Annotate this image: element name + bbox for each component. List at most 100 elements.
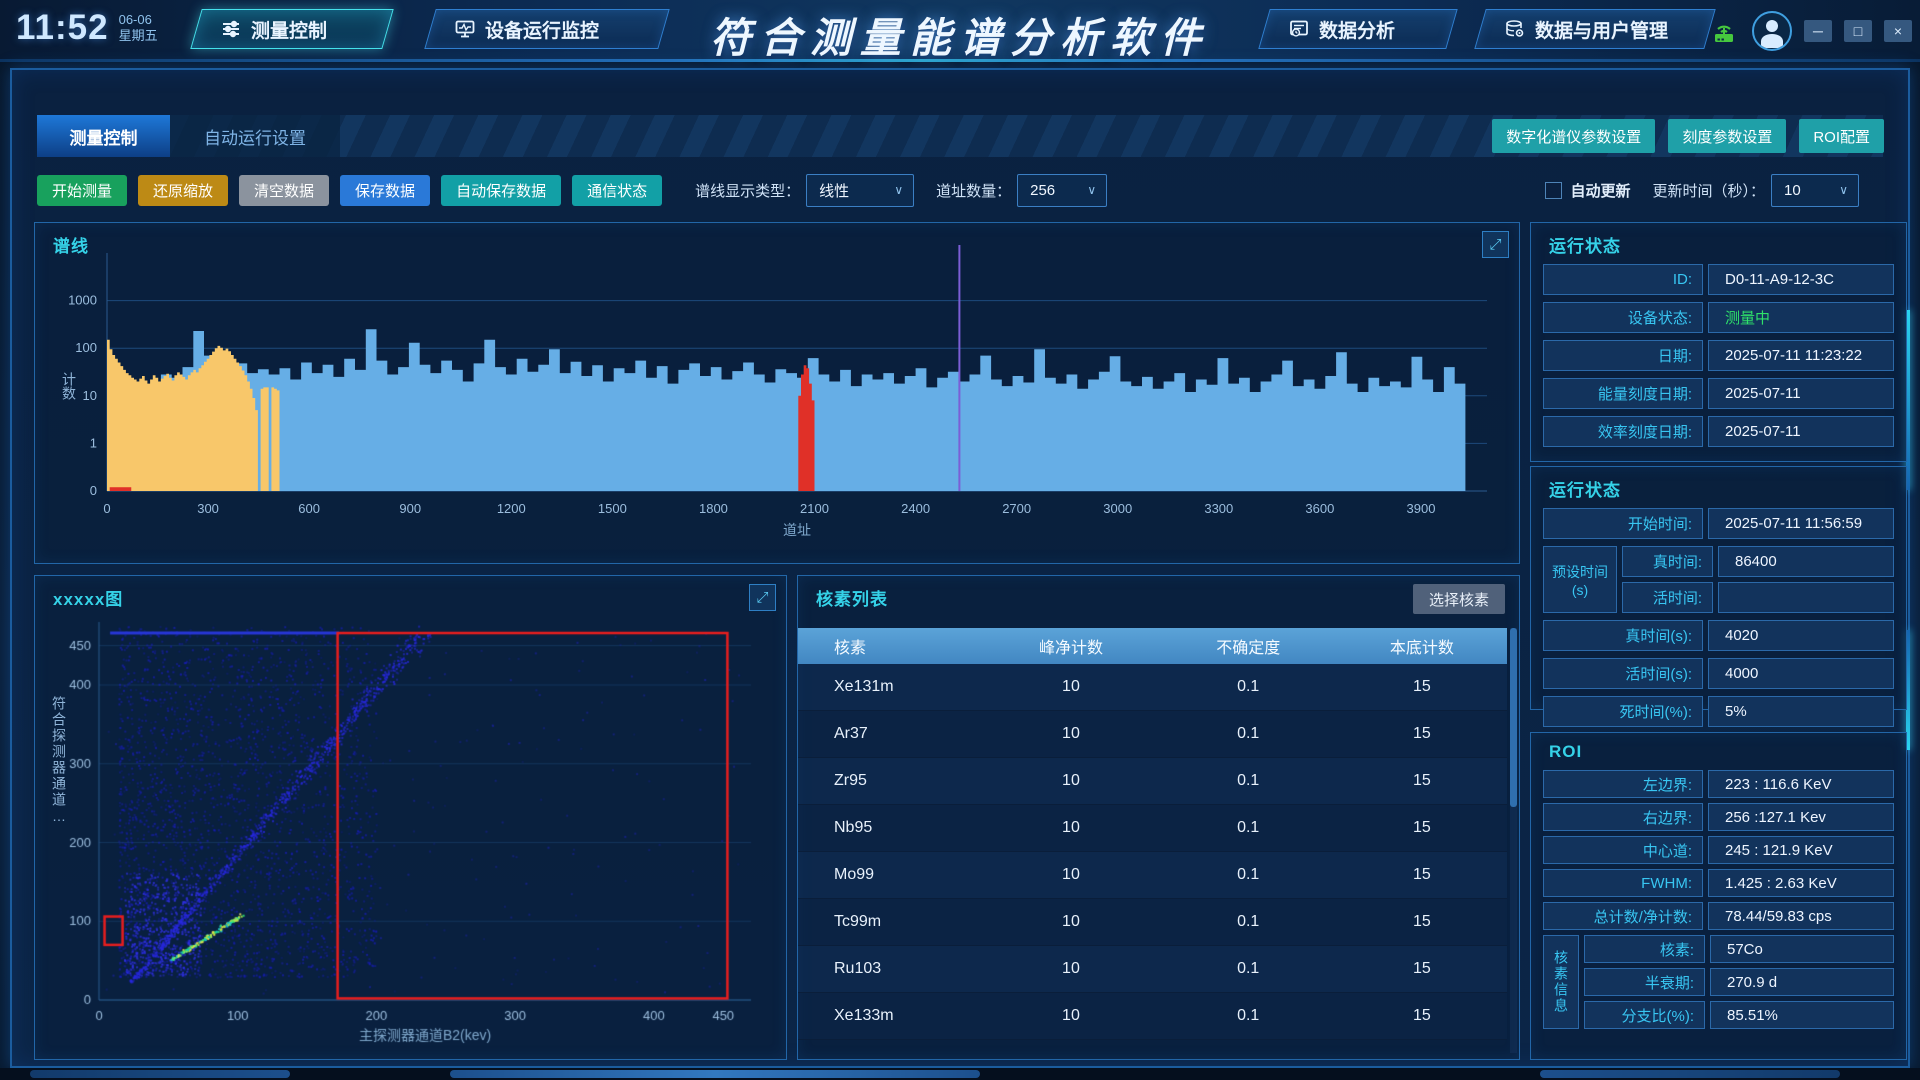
svg-text:10: 10 [83, 388, 97, 403]
svg-text:计数: 计数 [61, 372, 77, 400]
svg-text:2400: 2400 [901, 501, 930, 516]
app-title: 符合测量能谱分析软件 [710, 4, 1210, 64]
calibration-params-button[interactable]: 刻度参数设置 [1668, 119, 1786, 153]
spectrum-panel-title: 谱线 [53, 232, 89, 257]
status-row: 设备状态: 测量中 [1543, 302, 1894, 333]
reset-zoom-button[interactable]: 还原缩放 [138, 175, 228, 206]
tab-auto-run-settings[interactable]: 自动运行设置 [170, 115, 340, 157]
analysis-icon [1289, 19, 1309, 39]
update-interval-label: 更新时间（秒）： [1652, 180, 1765, 201]
scatter-chart[interactable] [35, 576, 784, 1057]
main-frame: 测量控制 自动运行设置 数字化谱仪参数设置 刻度参数设置 ROI配置 开始测量 … [10, 68, 1910, 1068]
svg-text:3300: 3300 [1204, 501, 1233, 516]
monitor-icon [455, 19, 475, 39]
spectrum-expand-icon[interactable]: ⤢ [1482, 231, 1509, 258]
comm-status-button[interactable]: 通信状态 [572, 175, 662, 206]
svg-text:1200: 1200 [497, 501, 526, 516]
display-type-select[interactable]: 线性 ∨ [806, 174, 914, 207]
svg-text:1500: 1500 [598, 501, 627, 516]
channel-count-label: 道址数量： [936, 180, 1011, 201]
nuclide-panel: 核素列表 选择核素 核素 峰净计数 不确定度 本底计数 Xe131m100.11… [797, 575, 1520, 1060]
tab-measure-control[interactable]: 测量控制 [37, 115, 170, 157]
nav-label: 设备运行监控 [485, 16, 599, 43]
clock: 11:52 06-06 星期五 [16, 8, 158, 48]
toolbar-right: 自动更新 更新时间（秒）： 10 ∨ [1545, 174, 1859, 206]
svg-text:100: 100 [75, 340, 97, 355]
nuclide-panel-title: 核素列表 [816, 585, 888, 610]
minimize-button[interactable]: ─ [1804, 20, 1832, 42]
user-avatar[interactable] [1752, 11, 1792, 51]
network-device-icon[interactable] [1708, 15, 1740, 47]
maximize-button[interactable]: □ [1844, 20, 1872, 42]
table-row[interactable]: Xe131m100.115 [798, 664, 1507, 711]
roi-row: 左边界: 223 : 116.6 KeV [1543, 770, 1894, 798]
svg-text:600: 600 [298, 501, 320, 516]
save-data-button[interactable]: 保存数据 [340, 175, 430, 206]
clear-data-button[interactable]: 清空数据 [239, 175, 329, 206]
close-button[interactable]: × [1884, 20, 1912, 42]
svg-text:3900: 3900 [1407, 501, 1436, 516]
svg-text:0: 0 [103, 501, 110, 516]
clock-time: 11:52 [16, 8, 109, 48]
spectrum-panel: 谱线 ⤢ 01101001000030060090012001500180021… [34, 222, 1520, 564]
clock-date: 06-06 星期五 [119, 12, 158, 45]
channel-count-select[interactable]: 256 ∨ [1017, 174, 1107, 207]
run-status-panel-1: 运行状态 ID: D0-11-A9-12-3C 设备状态: 测量中 日期: 20… [1530, 222, 1907, 462]
config-buttons: 数字化谱仪参数设置 刻度参数设置 ROI配置 [1492, 119, 1884, 153]
status-row: 死时间(%): 5% [1543, 696, 1894, 727]
toolbar: 开始测量 还原缩放 清空数据 保存数据 自动保存数据 通信状态 谱线显示类型： … [37, 174, 1883, 206]
device-status-value: 测量中 [1708, 302, 1894, 333]
nav-data-user-mgmt[interactable]: 数据与用户管理 [1474, 9, 1715, 49]
status-row: 日期: 2025-07-11 11:23:22 [1543, 340, 1894, 371]
roi-panel: ROI 左边界: 223 : 116.6 KeV 右边界: 256 :127.1… [1530, 732, 1907, 1060]
digitizer-params-button[interactable]: 数字化谱仪参数设置 [1492, 119, 1655, 153]
roi-config-button[interactable]: ROI配置 [1799, 119, 1884, 153]
svg-text:1800: 1800 [699, 501, 728, 516]
scatter-panel: xxxxx图 ⤢ 符合探测器通道… [34, 575, 787, 1060]
sliders-icon [221, 19, 241, 39]
run-status1-title: 运行状态 [1549, 232, 1621, 257]
nuclide-info-group: 核素信息 核素: 57Co 半衰期: 270.9 d 分支比(%): 85.51 [1543, 935, 1894, 1029]
table-row[interactable]: Mo99100.115 [798, 852, 1507, 899]
nav-data-analysis[interactable]: 数据分析 [1258, 9, 1457, 49]
scrollbar-thumb[interactable] [1510, 628, 1517, 807]
spectrum-chart[interactable]: 0110100100003006009001200150018002100240… [35, 223, 1517, 561]
auto-save-button[interactable]: 自动保存数据 [441, 175, 561, 206]
update-interval-select[interactable]: 10 ∨ [1771, 174, 1859, 207]
scatter-ylabel: 符合探测器通道… [49, 696, 69, 826]
auto-update-checkbox[interactable] [1545, 182, 1562, 199]
roi-row: 中心道: 245 : 121.9 KeV [1543, 836, 1894, 864]
roi-panel-title: ROI [1549, 742, 1582, 762]
svg-text:300: 300 [197, 501, 219, 516]
svg-text:道址: 道址 [783, 522, 811, 538]
preset-time-label: 预设时间(s) [1543, 546, 1617, 613]
table-row[interactable]: Xe133m100.115 [798, 993, 1507, 1040]
nav-measure-control[interactable]: 测量控制 [190, 9, 393, 49]
database-gear-icon [1505, 19, 1525, 39]
table-row[interactable]: Nb95100.115 [798, 805, 1507, 852]
date-value: 06-06 [119, 12, 152, 27]
status-row: 活时间(s): 4000 [1543, 658, 1894, 689]
top-bar: 11:52 06-06 星期五 测量控制 [0, 0, 1920, 62]
nav-label: 数据与用户管理 [1535, 16, 1668, 43]
roi-row: 总计数/净计数: 78.44/59.83 cps [1543, 902, 1894, 930]
status-row: 开始时间: 2025-07-11 11:56:59 [1543, 508, 1894, 539]
select-nuclide-button[interactable]: 选择核素 [1413, 584, 1505, 614]
roi-row: FWHM: 1.425 : 2.63 KeV [1543, 869, 1894, 897]
system-tray: ─ □ × [1708, 0, 1912, 62]
table-row[interactable]: Tc99m100.115 [798, 899, 1507, 946]
status-row: 能量刻度日期: 2025-07-11 [1543, 378, 1894, 409]
table-scrollbar[interactable] [1510, 628, 1517, 1053]
start-measure-button[interactable]: 开始测量 [37, 175, 127, 206]
svg-text:3600: 3600 [1305, 501, 1334, 516]
status-row: ID: D0-11-A9-12-3C [1543, 264, 1894, 295]
chevron-down-icon: ∨ [894, 183, 903, 197]
svg-text:3000: 3000 [1103, 501, 1132, 516]
table-row[interactable]: Zr95100.115 [798, 758, 1507, 805]
table-row[interactable]: Ar37100.115 [798, 711, 1507, 758]
svg-text:900: 900 [399, 501, 421, 516]
svg-text:2100: 2100 [800, 501, 829, 516]
nav-device-monitor[interactable]: 设备运行监控 [424, 9, 669, 49]
table-row[interactable]: Ru103100.115 [798, 946, 1507, 993]
chevron-down-icon: ∨ [1839, 183, 1848, 197]
